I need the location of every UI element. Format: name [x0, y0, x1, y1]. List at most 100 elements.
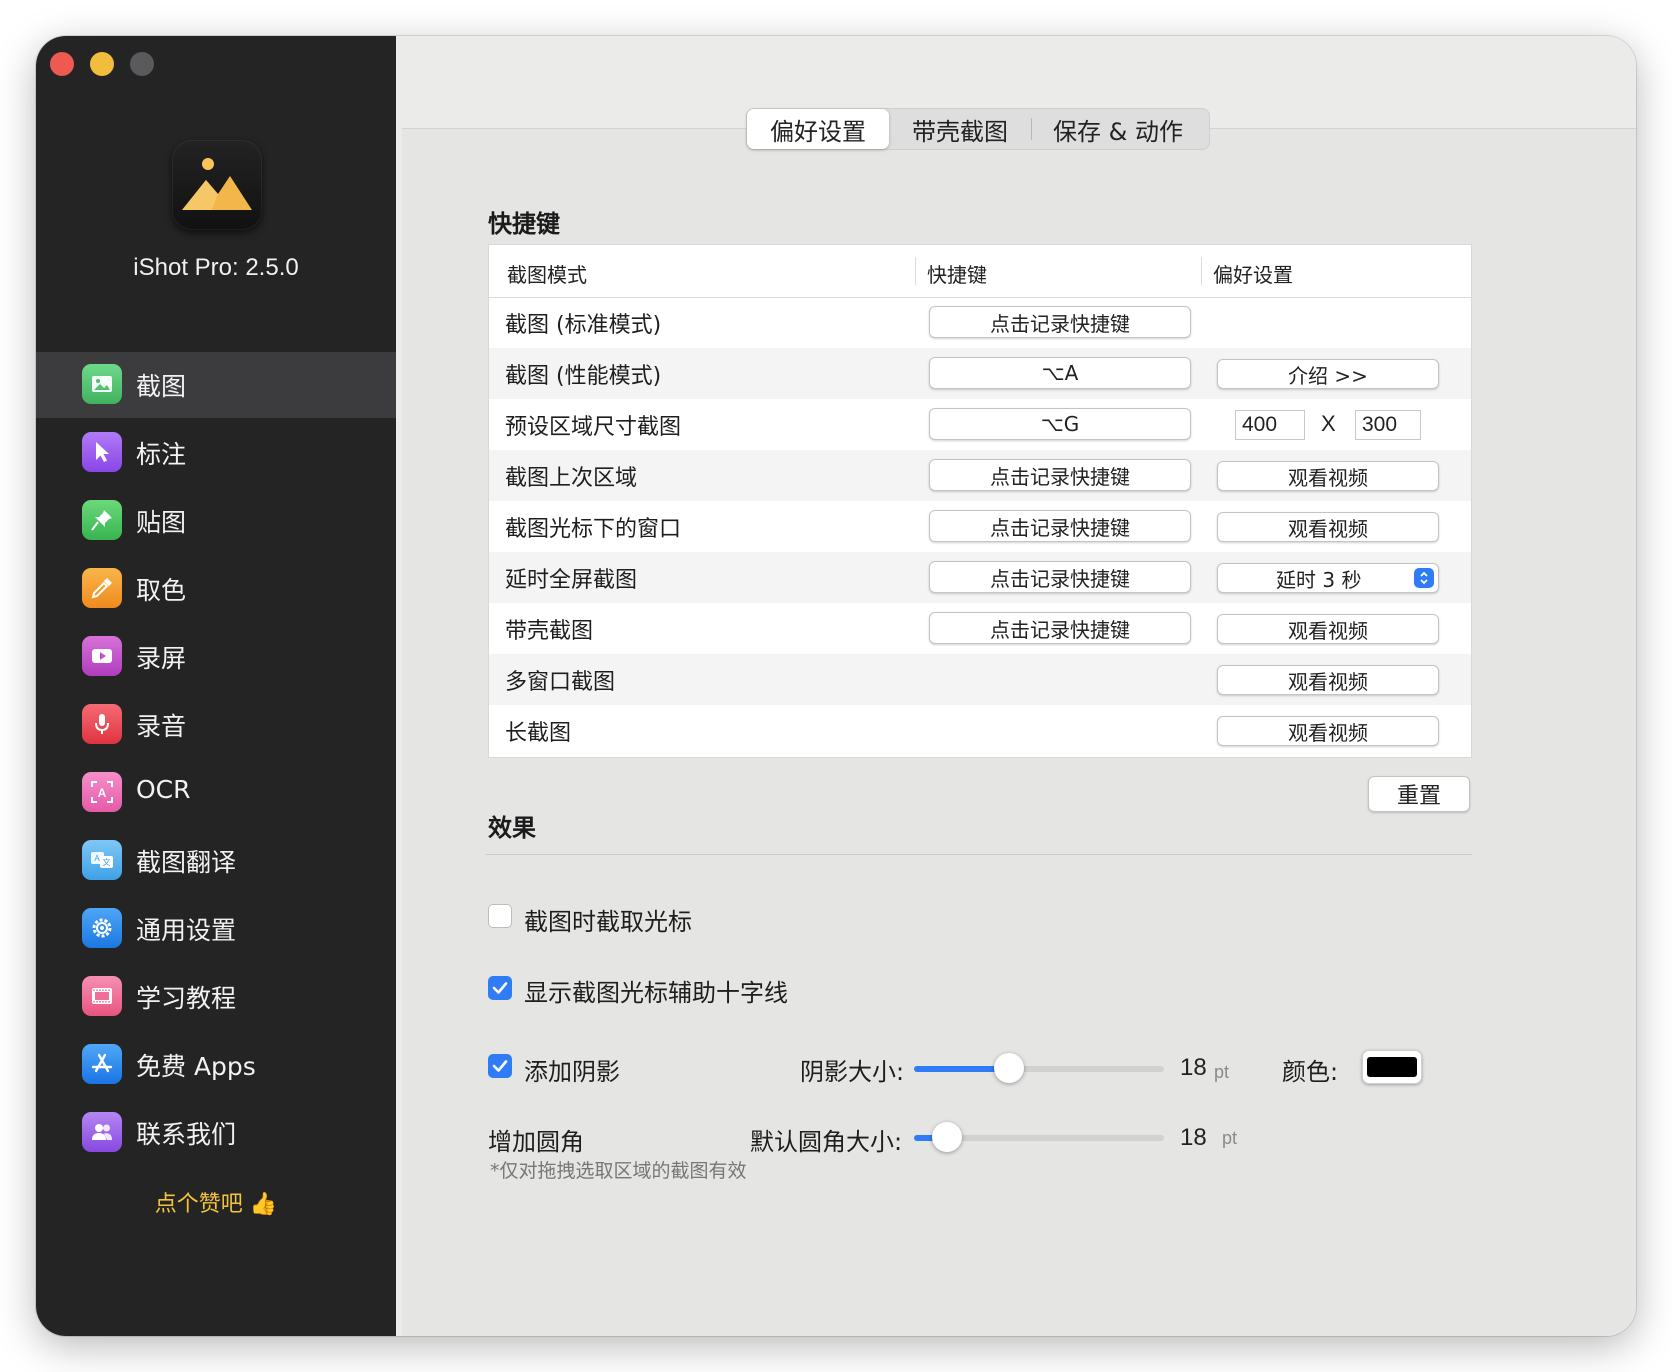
sidebar-item-pin[interactable]: 贴图: [36, 488, 396, 554]
appstore-icon: [82, 1044, 122, 1084]
watch-video-button[interactable]: 观看视频: [1217, 614, 1439, 644]
slider-knob[interactable]: [994, 1053, 1024, 1083]
preset-width-input[interactable]: 400: [1235, 410, 1305, 440]
video-icon: [82, 636, 122, 676]
row-mode-label: 预设区域尺寸截图: [505, 415, 682, 440]
corner-radius-label: 增加圆角: [488, 1128, 584, 1156]
reset-button[interactable]: 重置: [1368, 776, 1470, 812]
corner-size-slider[interactable]: [914, 1122, 1164, 1152]
chevron-updown-icon: [1414, 568, 1434, 588]
row-mode-label: 截图 (标准模式): [505, 313, 662, 338]
close-window-button[interactable]: [50, 52, 74, 76]
shadow-color-swatch: [1367, 1057, 1417, 1077]
tab-frame-screenshot[interactable]: 带壳截图: [889, 109, 1031, 149]
sidebar-item-audio-record[interactable]: 录音: [36, 692, 396, 758]
slider-knob[interactable]: [931, 1122, 962, 1152]
tab-label: 带壳截图: [912, 117, 1008, 146]
contacts-icon: [82, 1112, 122, 1152]
mic-icon: [82, 704, 122, 744]
sidebar-item-screenshot[interactable]: 截图: [36, 352, 396, 418]
tab-preferences[interactable]: 偏好设置: [747, 109, 889, 149]
svg-text:A: A: [98, 786, 107, 800]
record-shortcut-button[interactable]: 点击记录快捷键: [929, 612, 1191, 644]
row-mode-label: 延时全屏截图: [505, 568, 638, 593]
corner-size-value: 18: [1180, 1124, 1207, 1151]
row-mode-label: 多窗口截图: [505, 670, 616, 695]
watch-video-button[interactable]: 观看视频: [1217, 716, 1439, 746]
table-row: 截图上次区域 点击记录快捷键 观看视频: [489, 450, 1471, 501]
table-row: 长截图 观看视频: [489, 705, 1471, 756]
checkmark-icon: [492, 982, 508, 994]
record-shortcut-button[interactable]: 点击记录快捷键: [929, 561, 1191, 593]
svg-text:A: A: [94, 854, 100, 863]
sidebar-item-screen-record[interactable]: 录屏: [36, 624, 396, 690]
record-shortcut-button[interactable]: ⌥G: [929, 408, 1191, 440]
show-crosshair-checkbox[interactable]: [488, 976, 512, 1000]
watch-video-button[interactable]: 观看视频: [1217, 512, 1439, 542]
sidebar: iShot Pro: 2.5.0 截图 标注 贴图 取色 录屏 录音 A OCR…: [36, 36, 396, 1336]
watch-video-button[interactable]: 观看视频: [1217, 461, 1439, 491]
checkmark-icon: [492, 1060, 508, 1072]
corner-size-label: 默认圆角大小:: [750, 1128, 903, 1156]
record-shortcut-button[interactable]: 点击记录快捷键: [929, 510, 1191, 542]
tab-save-actions[interactable]: 保存 & 动作: [1032, 109, 1204, 149]
sidebar-item-annotate[interactable]: 标注: [36, 420, 396, 486]
table-row: 截图光标下的窗口 点击记录快捷键 观看视频: [489, 501, 1471, 552]
sidebar-item-translate[interactable]: A文 截图翻译: [36, 828, 396, 894]
gear-icon: [82, 908, 122, 948]
shadow-color-label: 颜色:: [1282, 1058, 1339, 1086]
effects-section-title: 效果: [488, 814, 536, 842]
like-link[interactable]: 点个赞吧 👍: [36, 1186, 396, 1218]
watch-video-button[interactable]: 观看视频: [1217, 665, 1439, 695]
sidebar-item-color-picker[interactable]: 取色: [36, 556, 396, 622]
shadow-color-well[interactable]: [1362, 1050, 1422, 1084]
zoom-window-button[interactable]: [130, 52, 154, 76]
preset-height-input[interactable]: 300: [1355, 410, 1421, 440]
intro-button[interactable]: 介绍 >>: [1217, 359, 1439, 389]
capture-cursor-checkbox[interactable]: [488, 904, 512, 928]
app-version-label: iShot Pro: 2.5.0: [133, 254, 299, 281]
minimize-window-button[interactable]: [90, 52, 114, 76]
shortcuts-table: 截图模式 快捷键 偏好设置 截图 (标准模式) 点击记录快捷键 截图 (性能模式…: [488, 244, 1472, 758]
corner-size-unit: pt: [1222, 1128, 1238, 1148]
sidebar-item-free-apps[interactable]: 免费 Apps: [36, 1032, 396, 1098]
table-header: 截图模式 快捷键 偏好设置: [489, 245, 1471, 298]
eyedropper-icon: [82, 568, 122, 608]
ocr-icon: A: [82, 772, 122, 812]
column-header-shortcut: 快捷键: [927, 263, 987, 287]
pointer-icon: [82, 432, 122, 472]
app-logo-icon: [172, 140, 262, 230]
table-row: 预设区域尺寸截图 ⌥G 400 X 300: [489, 399, 1471, 450]
capture-cursor-label: 截图时截取光标: [524, 908, 692, 936]
shortcuts-section-title: 快捷键: [488, 210, 560, 238]
row-mode-label: 长截图: [505, 721, 572, 746]
svg-text:文: 文: [103, 857, 111, 867]
pin-icon: [82, 500, 122, 540]
shadow-size-slider[interactable]: [914, 1053, 1164, 1083]
record-shortcut-button[interactable]: 点击记录快捷键: [929, 306, 1191, 338]
tab-label: 偏好设置: [770, 117, 866, 146]
sidebar-item-ocr[interactable]: A OCR: [36, 760, 396, 826]
image-icon: [82, 364, 122, 404]
add-shadow-label: 添加阴影: [524, 1058, 620, 1086]
tab-bar: 偏好设置 带壳截图 保存 & 动作: [746, 108, 1210, 150]
table-row: 截图 (标准模式) 点击记录快捷键: [489, 297, 1471, 348]
record-shortcut-button[interactable]: ⌥A: [929, 357, 1191, 389]
row-mode-label: 截图上次区域: [505, 466, 638, 491]
sidebar-item-tutorials[interactable]: 学习教程: [36, 964, 396, 1030]
sidebar-item-contact[interactable]: 联系我们: [36, 1100, 396, 1166]
delay-select[interactable]: 延时 3 秒: [1217, 563, 1439, 593]
table-row: 多窗口截图 观看视频: [489, 654, 1471, 705]
film-icon: [82, 976, 122, 1016]
column-header-mode: 截图模式: [507, 263, 587, 287]
add-shadow-checkbox[interactable]: [488, 1054, 512, 1078]
sidebar-item-general-settings[interactable]: 通用设置: [36, 896, 396, 962]
column-divider: [915, 257, 916, 285]
app-window: iShot Pro: 2.5.0 截图 标注 贴图 取色 录屏 录音 A OCR…: [36, 36, 1636, 1336]
column-header-preferences: 偏好设置: [1213, 263, 1293, 287]
section-divider: [486, 854, 1472, 855]
main-content: 偏好设置 带壳截图 保存 & 动作 快捷键 截图模式 快捷键 偏好设置 截图 (…: [396, 36, 1636, 1336]
record-shortcut-button[interactable]: 点击记录快捷键: [929, 459, 1191, 491]
shadow-size-label: 阴影大小:: [800, 1058, 905, 1086]
tab-label: 保存 & 动作: [1053, 117, 1183, 146]
